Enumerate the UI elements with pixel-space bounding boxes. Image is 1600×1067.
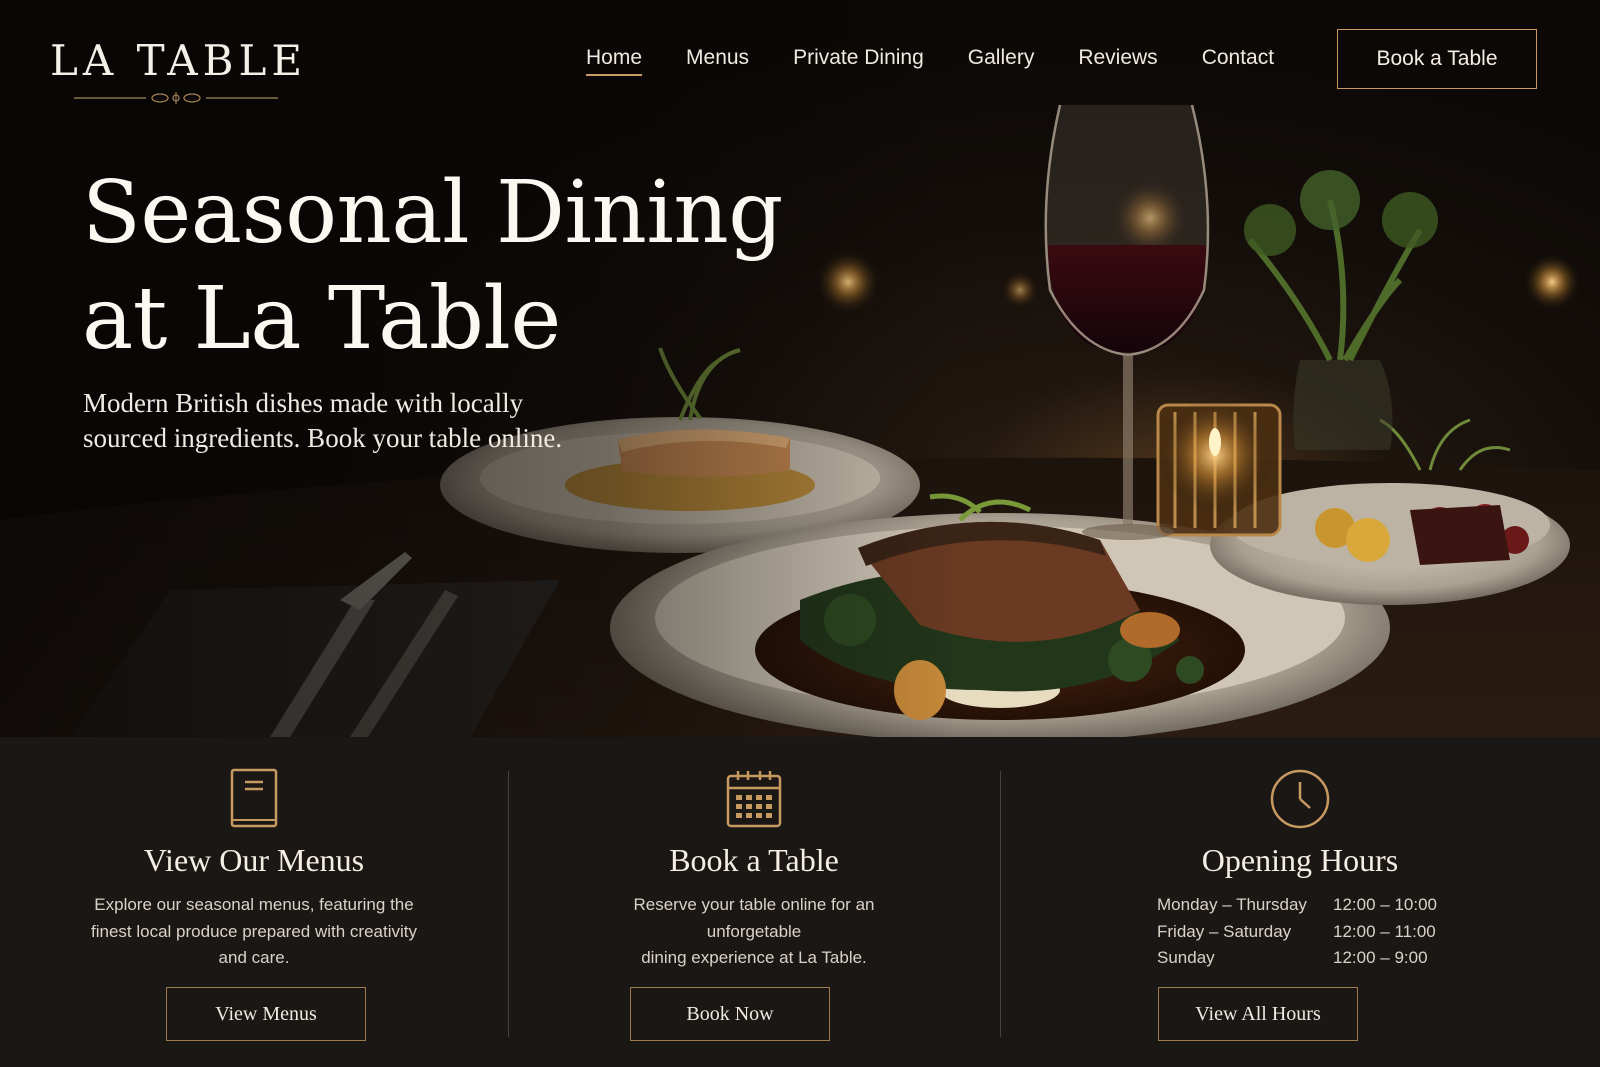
calendar-icon (725, 768, 783, 830)
feature-menus: View Our Menus Explore our seasonal menu… (0, 737, 508, 1067)
feature-booking: Book a Table Reserve your table online f… (508, 737, 1000, 1067)
hero-subtitle-line1: Modern British dishes made with locally (83, 388, 524, 418)
hero-subtitle-line2: sourced ingredients. Book your table onl… (83, 423, 563, 453)
nav-item-menus[interactable]: Menus (686, 42, 749, 76)
hours-table: Monday – Thursday 12:00 – 10:00 Friday –… (1157, 892, 1443, 972)
hours-days: Friday – Saturday (1157, 921, 1292, 941)
hero-subtitle: Modern British dishes made with locally … (83, 386, 643, 456)
nav-item-contact[interactable]: Contact (1202, 42, 1274, 76)
hours-row: Monday – Thursday 12:00 – 10:00 (1157, 892, 1443, 919)
hours-row: Sunday 12:00 – 9:00 (1157, 945, 1443, 972)
features-bar: View Our Menus Explore our seasonal menu… (0, 737, 1600, 1067)
hours-time: 12:00 – 10:00 (1333, 895, 1437, 915)
feature-booking-desc-line1: Reserve your table online for an unforge… (633, 895, 875, 941)
hours-days: Sunday (1157, 948, 1215, 968)
feature-opening-hours: Opening Hours Monday – Thursday 12:00 – … (1000, 737, 1600, 1067)
feature-hours-title: Opening Hours (1201, 842, 1399, 878)
feature-menus-desc-line2: finest local produce prepared with creat… (91, 921, 417, 941)
hero-title: Seasonal Dining at La Table (82, 160, 802, 372)
brand-name: LA TABLE (50, 36, 308, 85)
feature-booking-desc-line2: dining experience at La Table. (641, 948, 867, 967)
nav-item-home[interactable]: Home (586, 42, 643, 76)
book-now-button[interactable]: Book Now (630, 987, 830, 1041)
main-nav: Home Menus Private Dining Gallery Review… (586, 42, 1318, 76)
logo-ornament-icon (74, 92, 278, 104)
hours-time: 12:00 – 9:00 (1333, 948, 1428, 968)
nav-item-private-dining[interactable]: Private Dining (793, 42, 924, 76)
feature-menus-desc-line1: Explore our seasonal menus, featuring th… (94, 895, 414, 914)
nav-item-reviews[interactable]: Reviews (1078, 42, 1157, 76)
book-a-table-button[interactable]: Book a Table (1337, 29, 1537, 89)
hero-title-line1: Seasonal Dining (82, 163, 783, 263)
view-all-hours-button[interactable]: View All Hours (1158, 987, 1358, 1041)
hero-section: LA TABLE Home Menus Private Dining Galle… (0, 0, 1600, 737)
brand-logo[interactable]: LA TABLE (50, 36, 308, 105)
hero-title-line2: at La Table (82, 269, 561, 369)
clock-icon (1269, 768, 1331, 830)
feature-booking-description: Reserve your table online for an unforge… (584, 892, 924, 972)
hours-row: Friday – Saturday 12:00 – 11:00 (1157, 919, 1443, 946)
feature-menus-title: View Our Menus (143, 842, 365, 878)
nav-item-gallery[interactable]: Gallery (968, 42, 1035, 76)
feature-menus-description: Explore our seasonal menus, featuring th… (84, 892, 424, 972)
feature-booking-title: Book a Table (669, 842, 839, 878)
hours-time: 12:00 – 11:00 (1333, 921, 1436, 941)
hours-days: Monday – Thursday (1157, 895, 1307, 915)
feature-menus-desc-line3: and care. (218, 948, 290, 967)
menu-book-icon (229, 768, 279, 830)
view-menus-button[interactable]: View Menus (166, 987, 366, 1041)
